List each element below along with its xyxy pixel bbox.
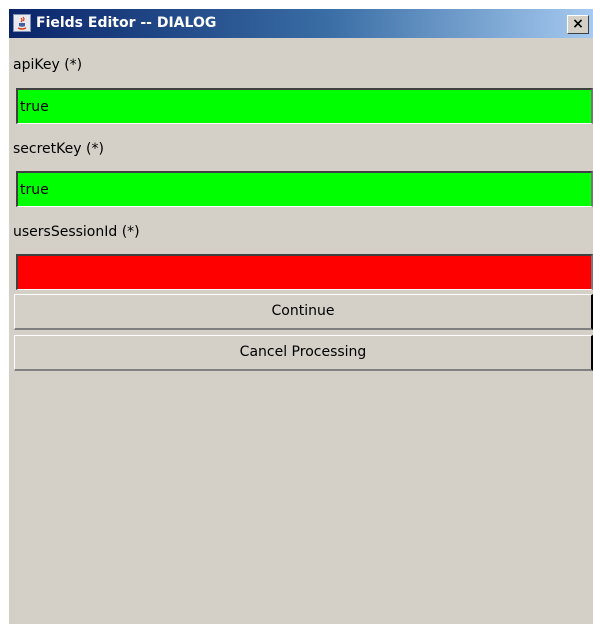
secret-key-field[interactable] (16, 171, 593, 207)
users-session-id-label: usersSessionId (*) (13, 224, 140, 240)
continue-button[interactable]: Continue (14, 294, 593, 330)
cancel-processing-button[interactable]: Cancel Processing (14, 335, 593, 371)
api-key-field[interactable] (16, 88, 593, 124)
window-title: Fields Editor -- DIALOG (36, 15, 217, 31)
close-icon: × (572, 16, 584, 32)
empty-content-area (9, 373, 593, 624)
close-button[interactable]: × (567, 15, 589, 34)
secret-key-label: secretKey (*) (13, 141, 104, 157)
java-app-icon (13, 14, 31, 32)
title-bar[interactable]: Fields Editor -- DIALOG × (9, 9, 593, 38)
dialog-window: Fields Editor -- DIALOG × apiKey (*) sec… (9, 9, 593, 624)
users-session-id-field[interactable] (16, 254, 593, 290)
api-key-label: apiKey (*) (13, 57, 83, 73)
